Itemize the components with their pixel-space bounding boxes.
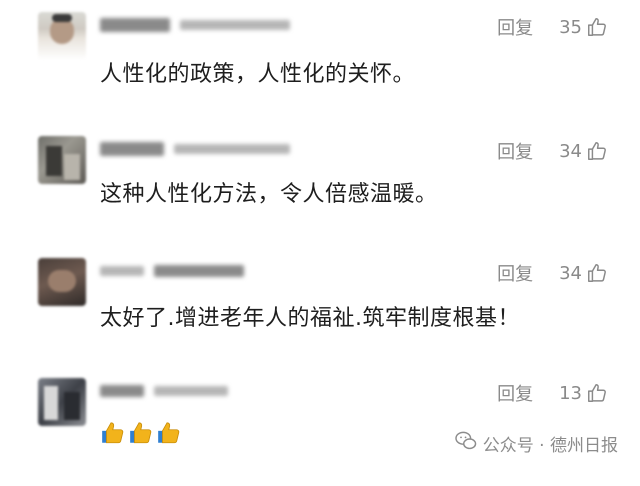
like-count: 35 xyxy=(559,16,582,38)
blurred-user-info xyxy=(100,14,290,36)
thumbs-up-emoji-icon xyxy=(156,420,182,446)
comment-item: 回复 35 人性化的政策，人性化的关怀。 xyxy=(0,0,640,120)
reply-button[interactable]: 回复 xyxy=(497,380,533,406)
source-watermark: 公众号 · 德州日报 xyxy=(455,431,618,456)
blurred-user-info xyxy=(100,380,228,402)
comment-text: 人性化的政策，人性化的关怀。 xyxy=(100,62,416,87)
blurred-user-info xyxy=(100,260,244,282)
like-count: 34 xyxy=(559,140,582,162)
blurred-user-info xyxy=(100,138,290,160)
like-count: 13 xyxy=(559,382,582,404)
comment-item: 回复 34 这种人性化方法，令人倍感温暖。 xyxy=(0,124,640,244)
thumbs-up-emoji-icon xyxy=(128,420,154,446)
thumbs-up-emoji-icon xyxy=(100,420,126,446)
reply-button[interactable]: 回复 xyxy=(497,260,533,286)
like-thumb-icon[interactable] xyxy=(586,16,608,38)
emoji-row xyxy=(100,420,182,446)
like-thumb-icon[interactable] xyxy=(586,382,608,404)
reply-button[interactable]: 回复 xyxy=(497,138,533,164)
like-count: 34 xyxy=(559,262,582,284)
avatar[interactable] xyxy=(38,136,86,184)
avatar[interactable] xyxy=(38,378,86,426)
comment-item: 回复 34 太好了.增进老年人的福祉.筑牢制度根基！ xyxy=(0,246,640,366)
avatar[interactable] xyxy=(38,12,86,60)
comment-text: 太好了.增进老年人的福祉.筑牢制度根基！ xyxy=(100,306,520,331)
comment-item: 回复 13 xyxy=(0,366,640,486)
watermark-text: 公众号 · 德州日报 xyxy=(482,436,618,456)
comment-text: 这种人性化方法，令人倍感温暖。 xyxy=(100,182,438,207)
like-thumb-icon[interactable] xyxy=(586,140,608,162)
reply-button[interactable]: 回复 xyxy=(497,14,533,40)
like-thumb-icon[interactable] xyxy=(586,262,608,284)
avatar[interactable] xyxy=(38,258,86,306)
wechat-icon xyxy=(455,431,477,456)
